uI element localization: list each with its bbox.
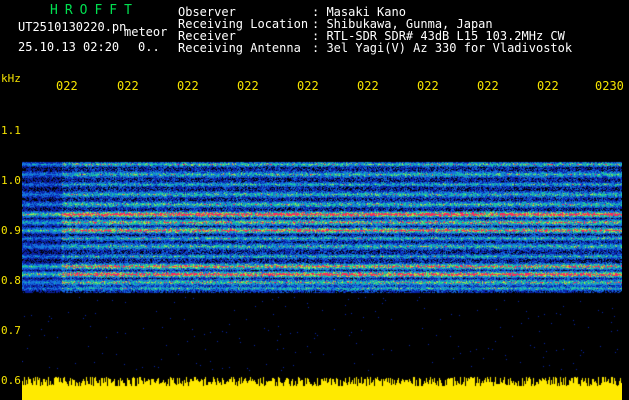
date-time: 25.10.13 02:20	[18, 40, 120, 54]
app-logo: HROFFT	[50, 3, 139, 18]
frequency-axis: kHz 1.1 1.0 0.9 0.8 0.7 0.6	[0, 70, 22, 400]
spectrogram-canvas	[22, 96, 622, 400]
time-tick-label: 022	[56, 79, 78, 93]
mode-label: meteor	[124, 25, 168, 39]
file-name: UT2510130220.pn	[18, 20, 127, 34]
time-tick-label: 022	[477, 79, 499, 93]
freq-tick-label: 1.0	[1, 174, 21, 187]
time-tick-label: 022	[237, 79, 259, 93]
hrofft-window: HROFFT UT2510130220.pn meteor 25.10.13 0…	[0, 0, 629, 400]
time-tick-label: 022	[297, 79, 319, 93]
time-tick-label: 022	[537, 79, 559, 93]
freq-tick-label: 0.7	[1, 324, 21, 337]
antenna-key: Receiving Antenna	[178, 41, 301, 55]
freq-tick-label: 0.6	[1, 374, 21, 387]
freq-tick-label: 0.9	[1, 224, 21, 237]
antenna-value: : 3el Yagi(V) Az 330 for Vladivostok	[312, 41, 573, 55]
freq-tick-label: 1.1	[1, 124, 21, 137]
time-tick-label: 0230	[595, 79, 624, 93]
time-tick-label: 022	[117, 79, 139, 93]
extra-label: 0..	[138, 40, 160, 54]
freq-tick-label: 0.8	[1, 274, 21, 287]
time-tick-label: 022	[417, 79, 439, 93]
time-tick-label: 022	[357, 79, 379, 93]
info-header: HROFFT UT2510130220.pn meteor 25.10.13 0…	[0, 0, 629, 72]
time-tick-label: 022	[177, 79, 199, 93]
spectrogram-area	[22, 96, 622, 400]
freq-unit-label: kHz	[1, 72, 21, 85]
